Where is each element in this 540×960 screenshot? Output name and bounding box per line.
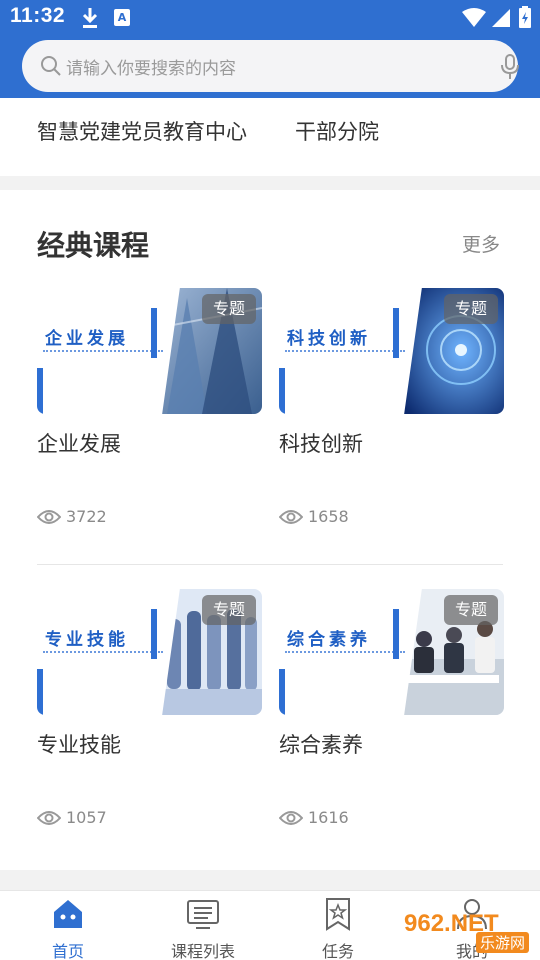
- topic-badge: 专题: [444, 294, 498, 324]
- home-icon: [54, 900, 82, 928]
- course-title[interactable]: 企业发展: [37, 428, 121, 458]
- section-title: 经典课程: [37, 229, 150, 262]
- course-title[interactable]: 科技创新: [279, 428, 363, 458]
- eye-icon: [37, 811, 61, 825]
- course-thumbnail: 企业发展 专题: [37, 288, 262, 414]
- search-input[interactable]: 请输入你要搜索的内容: [66, 54, 236, 79]
- eye-icon: [279, 811, 303, 825]
- quick-links: 智慧党建党员教育中心 干部分院: [0, 98, 540, 176]
- thumbnail-title: 专业技能: [45, 630, 129, 650]
- thumbnail-title: 科技创新: [287, 329, 371, 349]
- search-icon: [41, 56, 61, 76]
- tab-label: 任务: [321, 942, 354, 960]
- status-time: 11:32: [10, 4, 66, 27]
- search-bar[interactable]: 请输入你要搜索的内容: [22, 40, 519, 92]
- notification-icon: A: [114, 9, 130, 26]
- view-count-value: 1057: [66, 808, 107, 827]
- download-icon: [82, 8, 98, 28]
- eye-icon: [37, 510, 61, 524]
- tab-course-list[interactable]: 课程列表: [138, 891, 268, 960]
- watermark: 962.NET 乐游网: [404, 910, 534, 954]
- course-card[interactable]: 企业发展 专题 企业发展 3722: [37, 288, 262, 538]
- thumbnail-title: 企业发展: [45, 329, 129, 349]
- more-link[interactable]: 更多: [462, 230, 500, 257]
- wifi-icon: [462, 8, 486, 27]
- microphone-icon[interactable]: [498, 54, 522, 80]
- tab-task[interactable]: 任务: [273, 891, 403, 960]
- course-thumbnail: 科技创新 专题: [279, 288, 504, 414]
- course-card[interactable]: 科技创新 专题 科技创新 1658: [279, 288, 504, 538]
- link-cadre-branch[interactable]: 干部分院: [295, 116, 379, 146]
- course-card[interactable]: 综合素养 专题 综合素养 1616: [279, 589, 504, 839]
- task-bookmark-icon: [326, 898, 350, 931]
- app-header: 11:32 A 请输入你要搜索的内容: [0, 0, 540, 98]
- eye-icon: [279, 510, 303, 524]
- status-bar: 11:32 A: [0, 0, 540, 36]
- course-list-icon: [187, 900, 219, 929]
- view-count-value: 1658: [308, 507, 349, 526]
- course-card[interactable]: 专业技能 专题 专业技能 1057: [37, 589, 262, 839]
- course-title[interactable]: 专业技能: [37, 729, 121, 759]
- view-count-value: 1616: [308, 808, 349, 827]
- tab-label: 课程列表: [170, 942, 235, 960]
- topic-badge: 专题: [444, 595, 498, 625]
- battery-icon: [519, 6, 531, 28]
- thumbnail-title: 综合素养: [287, 630, 371, 650]
- course-title[interactable]: 综合素养: [279, 729, 363, 759]
- course-thumbnail: 专业技能 专题: [37, 589, 262, 715]
- topic-badge: 专题: [202, 294, 256, 324]
- course-thumbnail: 综合素养 专题: [279, 589, 504, 715]
- signal-icon: [492, 9, 510, 27]
- link-party-education[interactable]: 智慧党建党员教育中心: [37, 116, 247, 146]
- watermark-sub: 乐游网: [476, 932, 530, 953]
- view-count-value: 3722: [66, 507, 107, 526]
- classic-courses-section: 经典课程 更多 企业发展 专题 企业发展 3722 科技创新 专题 科技创新 1…: [0, 190, 540, 870]
- tab-label: 首页: [51, 942, 84, 960]
- topic-badge: 专题: [202, 595, 256, 625]
- tab-home[interactable]: 首页: [3, 891, 133, 960]
- row-divider: [37, 564, 503, 565]
